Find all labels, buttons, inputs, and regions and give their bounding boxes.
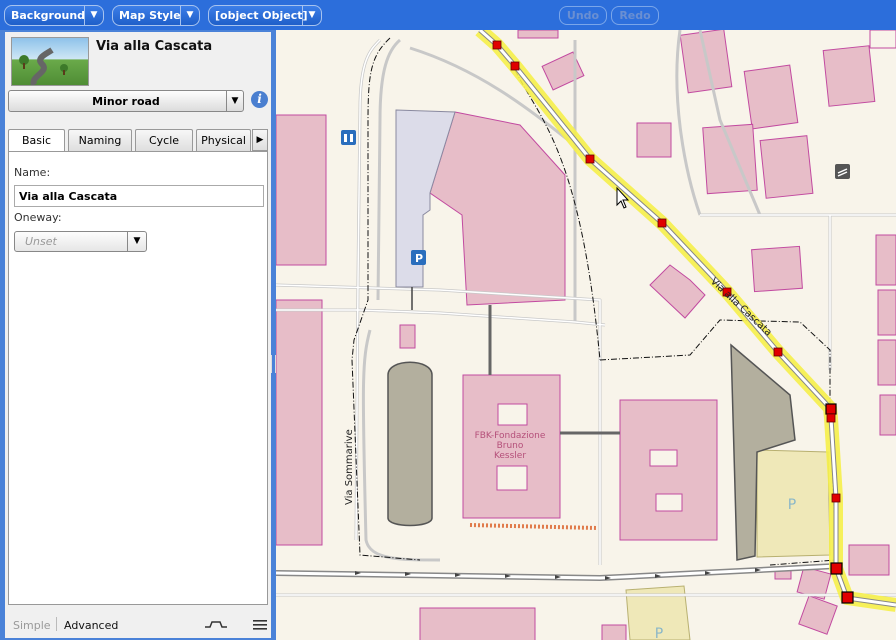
info-icon[interactable]: i (251, 91, 268, 108)
building (276, 114, 327, 266)
building (798, 595, 838, 635)
oneway-field-label: Oneway: (14, 211, 62, 224)
panel-footer: Simple Advanced (8, 615, 268, 635)
building (399, 324, 416, 349)
preset-label: Minor road (92, 95, 160, 108)
building (751, 245, 803, 293)
map-canvas[interactable]: Via alla Cascata Via Sommarive FBK-Fonda… (276, 30, 896, 640)
vertex[interactable] (585, 154, 595, 164)
tab-cycle[interactable]: Cycle (135, 129, 193, 151)
redo-button[interactable]: Redo (611, 6, 659, 25)
green-area (387, 361, 433, 527)
building (276, 299, 323, 546)
menu-icon[interactable] (253, 619, 267, 631)
building (419, 607, 536, 640)
parking-label: P (655, 626, 663, 640)
parking-label: P (788, 497, 796, 513)
background-button[interactable]: Background ▼ (4, 5, 104, 26)
feature-title: Via alla Cascata (96, 39, 213, 54)
barrier-line (469, 523, 598, 530)
vertex[interactable] (841, 591, 854, 604)
panel-content: Via alla Cascata Minor road ▼ i Basic Na… (5, 32, 271, 638)
tab-physical[interactable]: Physical (196, 129, 251, 151)
building (601, 624, 627, 640)
vertex[interactable] (657, 218, 667, 228)
building (743, 64, 799, 130)
undo-button[interactable]: Undo (559, 6, 607, 25)
chevron-down-icon[interactable]: ▼ (226, 91, 243, 111)
toolbar: Background ▼ Map Style ▼ [object Object]… (0, 0, 896, 30)
building (636, 122, 672, 158)
building (541, 51, 585, 91)
map-style-label: Map Style (119, 9, 181, 22)
barrier-icon[interactable] (835, 164, 850, 179)
object-button[interactable]: [object Object] ▼ (208, 5, 322, 26)
background-label: Background (11, 9, 86, 22)
building (429, 111, 566, 306)
divider (56, 617, 57, 631)
building (848, 544, 890, 576)
tab-naming[interactable]: Naming (68, 129, 132, 151)
preset-select[interactable]: Minor road ▼ (8, 90, 244, 112)
advanced-mode-button[interactable]: Advanced (64, 619, 118, 632)
way-shape-icon[interactable] (204, 619, 228, 631)
vertex[interactable] (826, 413, 836, 423)
oneway-select[interactable]: Unset ▼ (14, 231, 147, 252)
building (702, 123, 758, 195)
map-style-button[interactable]: Map Style ▼ (112, 5, 200, 26)
tab-scroll-right-icon[interactable]: ▶ (252, 129, 268, 151)
object-label: [object Object] (215, 9, 308, 22)
street-label-via-sommarive: Via Sommarive (344, 429, 355, 505)
footpath (276, 308, 606, 327)
building (649, 264, 706, 319)
building (517, 30, 559, 39)
feature-editor-panel: Via alla Cascata Minor road ▼ i Basic Na… (0, 30, 276, 640)
building-label-line-3: Kessler (494, 451, 526, 461)
building (619, 399, 718, 541)
chevron-down-icon[interactable]: ▼ (302, 6, 321, 25)
chevron-down-icon[interactable]: ▼ (180, 6, 199, 25)
building (822, 45, 876, 107)
name-input[interactable]: Via alla Cascata (14, 185, 264, 207)
svg-text:P: P (415, 252, 423, 265)
tag-form: Name: Via alla Cascata Oneway: Unset ▼ (8, 151, 268, 605)
tab-bar: Basic Naming Cycle Physical ▶ (8, 129, 268, 152)
vertex[interactable] (830, 562, 843, 575)
simple-mode-button[interactable]: Simple (13, 619, 51, 632)
name-field-label: Name: (14, 166, 51, 179)
bicycle-parking-icon[interactable] (341, 130, 356, 145)
vertex[interactable] (831, 493, 841, 503)
road-thumbnail-icon (11, 37, 89, 86)
building-label-line-1: FBK-Fondazione (475, 431, 546, 441)
building (877, 339, 896, 386)
building (875, 234, 896, 286)
vertex[interactable] (492, 40, 502, 50)
vertex[interactable] (773, 347, 783, 357)
parking-icon[interactable]: P (411, 250, 426, 265)
building (879, 394, 896, 436)
building-label-line-2: Bruno (497, 441, 524, 451)
tab-basic[interactable]: Basic (8, 129, 65, 152)
oneway-value: Unset (25, 235, 57, 248)
vertex[interactable] (825, 403, 837, 415)
building (877, 289, 896, 336)
chevron-down-icon[interactable]: ▼ (84, 6, 103, 25)
chevron-down-icon[interactable]: ▼ (127, 232, 146, 251)
vertex[interactable] (510, 61, 520, 71)
building (759, 135, 814, 199)
building (869, 30, 896, 49)
